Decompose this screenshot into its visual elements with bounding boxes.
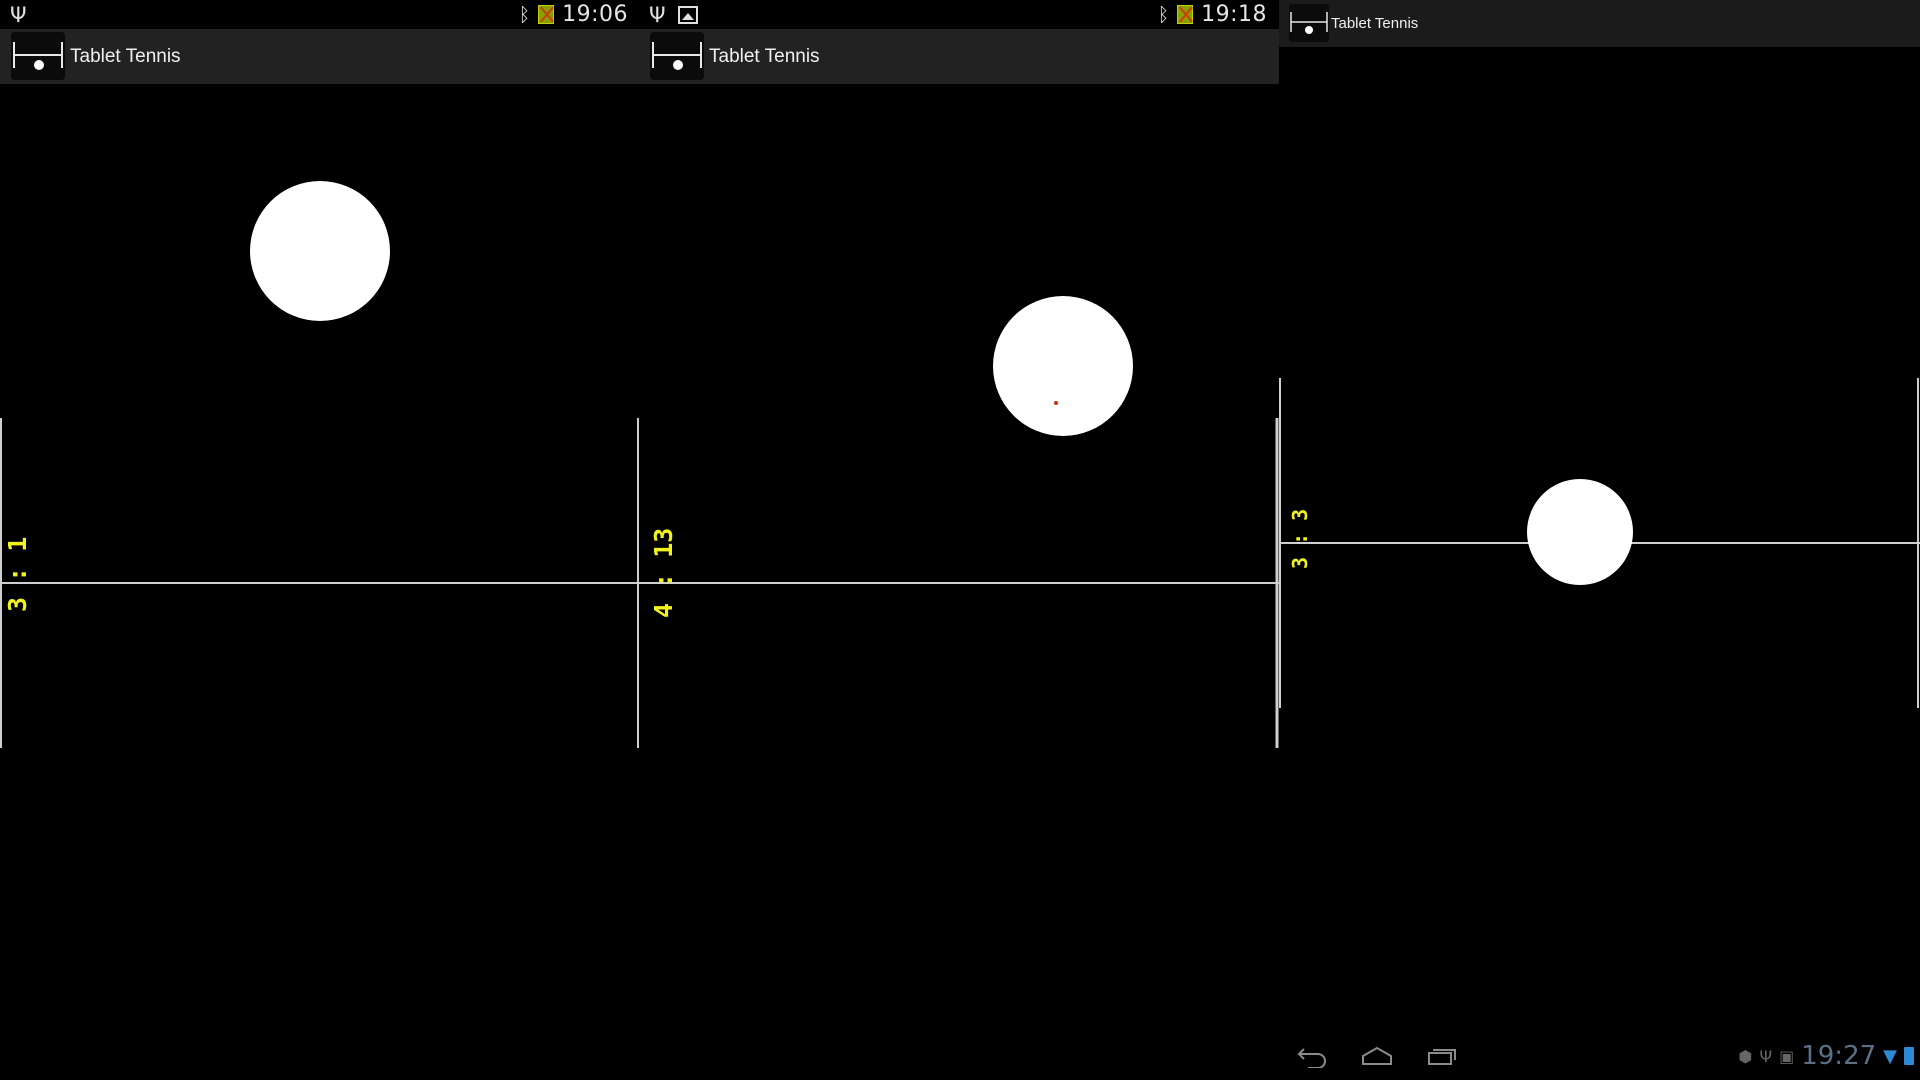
battery-icon — [1904, 1047, 1914, 1065]
status-time: 19:27 — [1801, 1041, 1877, 1071]
game-court[interactable] — [1279, 0, 1920, 1080]
ping-pong-ball — [1527, 479, 1633, 585]
ping-pong-ball — [250, 181, 390, 321]
ping-pong-ball — [993, 296, 1133, 436]
recent-apps-glyph-icon — [1428, 1049, 1456, 1065]
score-label: 3 : 1 — [3, 536, 32, 612]
wifi-icon: ▼ — [1883, 1045, 1897, 1067]
score-label: 3 : 3 — [1288, 508, 1312, 569]
ball-spot — [1054, 401, 1058, 405]
home-icon[interactable] — [1357, 1040, 1397, 1072]
home-glyph-icon — [1362, 1046, 1392, 1065]
score-label: 4 : 13 — [649, 527, 678, 618]
back-arrow-glyph-icon — [1297, 1048, 1326, 1068]
android-debug-icon: ⬢ — [1738, 1046, 1753, 1066]
usb-icon: Ψ — [1759, 1046, 1773, 1066]
system-navigation-bar: ⬢ Ψ ▣ 19:27 ▼ — [1279, 1032, 1920, 1080]
system-status-area[interactable]: ⬢ Ψ ▣ 19:27 ▼ — [1739, 1040, 1914, 1072]
screenshot-panel-2: Ψ ᛒ 19:18 Tablet Tennis 4 : 13 — [639, 0, 1279, 1080]
back-icon[interactable] — [1293, 1040, 1333, 1072]
game-court[interactable] — [0, 0, 639, 1080]
image-icon: ▣ — [1779, 1046, 1795, 1066]
recent-apps-icon[interactable] — [1422, 1040, 1462, 1072]
screenshot-panel-1: Ψ ᛒ 19:06 Tablet Tennis 3 : 1 — [0, 0, 639, 1080]
game-court[interactable] — [639, 0, 1279, 1080]
screenshot-panel-3: Tablet Tennis 3 : 3 ⬢ Ψ ▣ 19:27 ▼ — [1279, 0, 1920, 1080]
